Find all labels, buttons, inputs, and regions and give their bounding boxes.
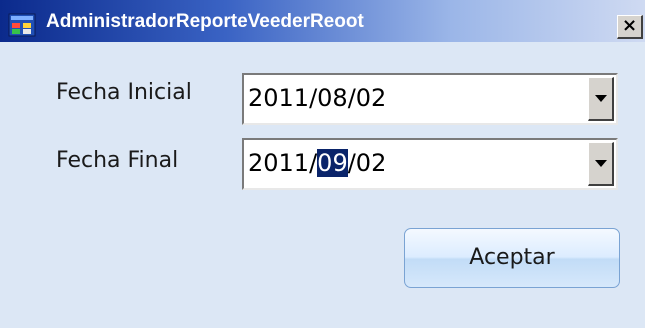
end-date-month-selected[interactable]: 09 [317, 149, 348, 177]
end-date-year[interactable]: 2011/ [248, 149, 317, 177]
end-date-picker[interactable]: 2011/09/02 [242, 138, 618, 190]
start-date-picker[interactable]: 2011/08/02 [242, 73, 618, 125]
end-date-value[interactable]: 2011/09/02 [248, 149, 386, 177]
accept-button[interactable]: Aceptar [404, 228, 620, 288]
app-window-icon [8, 13, 36, 37]
form-body: Fecha Inicial 2011/08/02 Fecha Final 201… [0, 42, 645, 328]
end-date-day[interactable]: /02 [348, 149, 387, 177]
end-date-label: Fecha Final [56, 148, 179, 173]
start-date-dropdown-button[interactable] [588, 77, 614, 121]
chevron-down-icon [595, 160, 607, 167]
start-date-value[interactable]: 2011/08/02 [248, 84, 386, 112]
window-title: AdministradorReporteVeederReoot [46, 11, 364, 32]
close-icon: × [621, 15, 638, 36]
close-button[interactable]: × [617, 15, 643, 39]
title-bar[interactable]: AdministradorReporteVeederReoot × [0, 0, 645, 42]
start-date-label: Fecha Inicial [56, 80, 192, 105]
app-window: AdministradorReporteVeederReoot × Fecha … [0, 0, 645, 328]
end-date-dropdown-button[interactable] [588, 142, 614, 186]
chevron-down-icon [595, 95, 607, 102]
